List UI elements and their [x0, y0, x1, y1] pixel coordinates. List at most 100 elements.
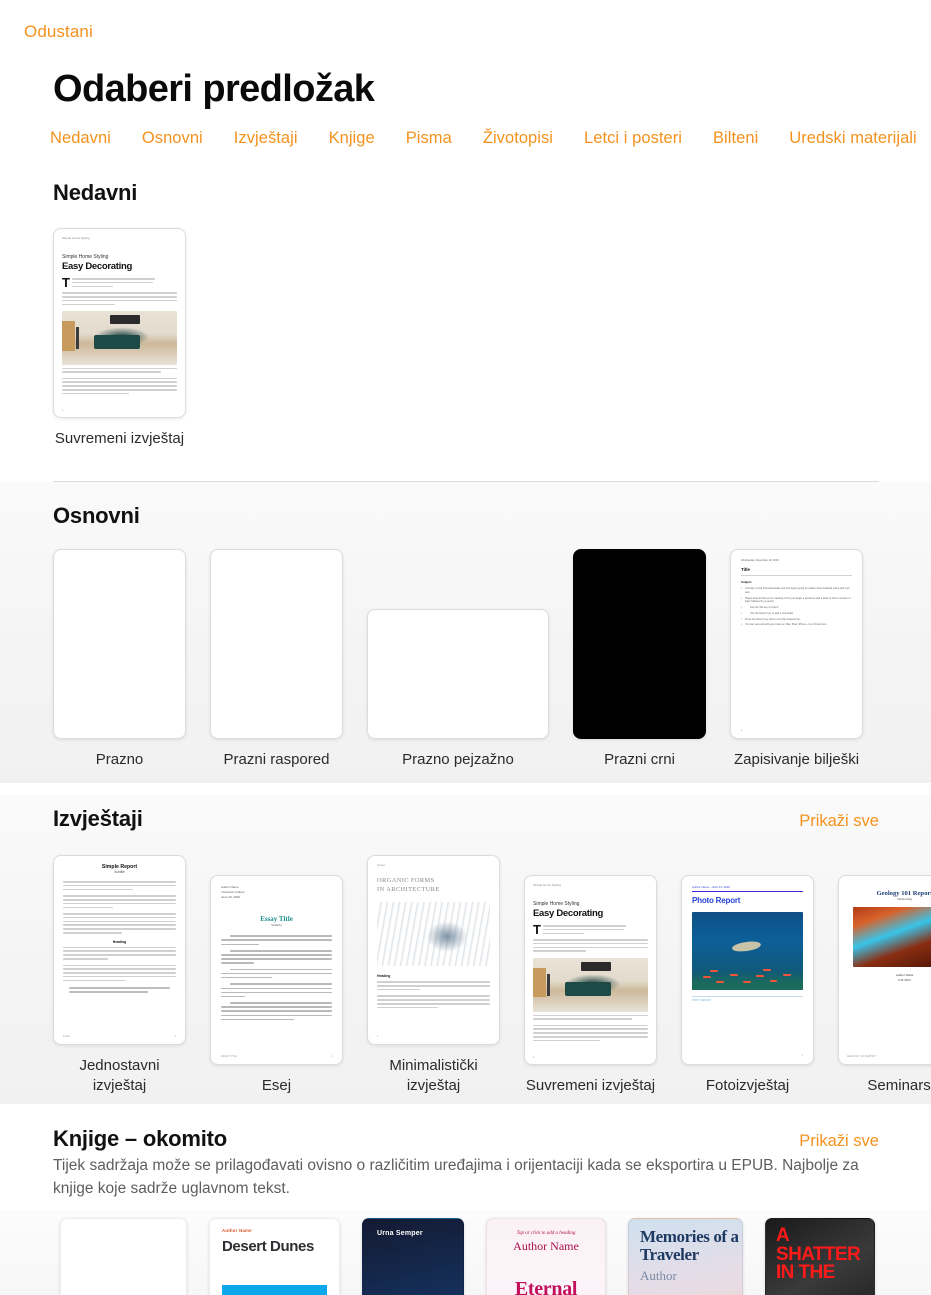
section-head-knjige: Knjige – okomito Prikaži sve: [53, 1126, 879, 1152]
cancel-button[interactable]: Odustani: [24, 22, 93, 42]
template-thumbnail[interactable]: [210, 549, 343, 740]
template-thumbnail[interactable]: Geology 101 Report Subheading Author Nam…: [838, 874, 931, 1065]
template-card-esej[interactable]: Author Name Instructor's Name June 20, 2…: [210, 874, 343, 1096]
doc-page-number: 1: [377, 1035, 379, 1038]
template-caption: Prazni crni: [604, 751, 675, 769]
template-card-fotoizvjestaj[interactable]: Author Name – April 14, 2022 Photo Repor…: [681, 874, 814, 1096]
template-caption: Seminarski: [867, 1076, 931, 1094]
doc-eyebrow: Header: [377, 864, 386, 867]
template-card-suvremeni-izvjestaj[interactable]: Simple Home Styling Simple Home Styling …: [53, 228, 186, 449]
template-card-prazno-pejzazno[interactable]: Prazno pejzažno: [367, 609, 549, 770]
template-thumbnail[interactable]: Author Name Instructor's Name June 20, 2…: [210, 874, 343, 1065]
book-author: Author: [640, 1267, 677, 1283]
doc-superhead: Simple Home Styling: [533, 900, 580, 907]
tab-nedavni[interactable]: Nedavni: [50, 129, 127, 148]
doc-footer: PHOTO REPORT: [692, 996, 803, 1002]
doc-photo: [377, 902, 490, 967]
doc-minimalist-report: Header ORGANIC FORMS IN ARCHITECTURE Hea…: [368, 856, 499, 1044]
tab-osnovni[interactable]: Osnovni: [142, 129, 219, 148]
book-cover-image: [222, 1285, 327, 1295]
book-card-eternal[interactable]: Tap or click to add a heading Author Nam…: [486, 1218, 606, 1295]
template-thumbnail[interactable]: Header ORGANIC FORMS IN ARCHITECTURE Hea…: [367, 855, 500, 1045]
doc-note-taking: Wednesday, December 19, 2018 Title Subje…: [731, 550, 862, 738]
doc-title-line-2: IN ARCHITECTURE: [377, 885, 440, 893]
template-thumbnail[interactable]: Wednesday, December 19, 2018 Title Subje…: [730, 549, 863, 740]
doc-title: Essay Title: [260, 915, 293, 924]
template-caption: Esej: [261, 1076, 292, 1094]
template-thumbnail[interactable]: [573, 549, 706, 740]
tab-pisma[interactable]: Pisma: [406, 129, 468, 148]
doc-subtitle: Subtitle: [271, 923, 282, 928]
doc-page-number: 1: [741, 729, 743, 733]
section-title-izvjestaji: Izvještaji: [53, 806, 143, 831]
show-all-izvjestaji[interactable]: Prikaži sve: [799, 812, 879, 831]
doc-easy-decorating: Simple Home Styling Simple Home Styling …: [54, 229, 185, 417]
template-card-prazno[interactable]: Prazno: [53, 549, 186, 770]
book-title: Desert Dunes: [222, 1238, 314, 1255]
show-all-knjige[interactable]: Prikaži sve: [799, 1132, 879, 1151]
doc-subtitle: Subtitle: [114, 870, 125, 874]
doc-page-number: 1: [801, 1053, 803, 1057]
book-author: Author Name: [222, 1228, 252, 1233]
doc-geology-report: Geology 101 Report Subheading Author Nam…: [839, 876, 931, 1064]
template-thumbnail[interactable]: [367, 609, 549, 740]
template-card-minimalisticki-izvjestaj[interactable]: Header ORGANIC FORMS IN ARCHITECTURE Hea…: [367, 855, 500, 1096]
doc-title: Easy Decorating: [533, 907, 603, 919]
tab-uredski-materijali[interactable]: Uredski materijali: [789, 129, 931, 148]
book-card-urna-semper[interactable]: Urna Semper: [362, 1218, 464, 1295]
template-card-prazni-raspored[interactable]: Prazni raspored: [210, 549, 343, 770]
doc-page-number: 1: [533, 1055, 535, 1059]
book-card-desert-dunes[interactable]: Author Name Desert Dunes: [209, 1218, 340, 1295]
template-chooser-page: Odustani Odaberi predložak Nedavni Osnov…: [0, 0, 931, 1295]
doc-pull-quote: [69, 987, 170, 993]
doc-paragraph-3: [62, 377, 177, 395]
book-author: Author Name: [513, 1239, 579, 1253]
doc-paragraph-1: T: [62, 276, 177, 289]
section-head-osnovni: Osnovni: [53, 503, 879, 529]
doc-caption: [62, 368, 177, 373]
doc-dropcap: T: [533, 921, 541, 937]
doc-eyebrow: Simple Home Styling: [62, 236, 90, 240]
doc-photo: [692, 912, 803, 991]
template-card-prazni-crni[interactable]: Prazni crni: [573, 549, 706, 770]
row-osnovni: Prazno Prazni raspored Prazno pejzažno P…: [53, 549, 863, 770]
book-card-a-shatter-in-the[interactable]: A SHATTER IN THE: [765, 1218, 875, 1295]
doc-page-number: 1: [62, 409, 64, 412]
book-title: Memories of a Traveler: [640, 1227, 739, 1264]
doc-bullet: Use the Return key to add a new bullet.: [741, 612, 852, 616]
template-caption: Zapisivanje bilješki: [733, 751, 860, 769]
book-kicker: Tap or click to add a heading: [516, 1231, 576, 1236]
doc-bullet: Just tap or click this placeholder text …: [741, 587, 852, 595]
tab-izvjestaji[interactable]: Izvještaji: [234, 129, 314, 148]
tab-bilteni[interactable]: Bilteni: [713, 129, 774, 148]
template-thumbnail[interactable]: Simple Home Styling Simple Home Styling …: [524, 874, 657, 1065]
book-title: Urna Semper: [377, 1230, 423, 1237]
book-card-memories-of-a-traveler[interactable]: Memories of a Traveler Author: [628, 1218, 743, 1295]
doc-simple-report: Simple Report Subtitle Heading Footer 1: [54, 856, 185, 1044]
template-thumbnail[interactable]: Simple Report Subtitle Heading Footer 1: [53, 855, 186, 1045]
doc-page-number: 1: [174, 1035, 176, 1038]
doc-subtitle: Subheading: [896, 896, 913, 901]
template-card-seminarski[interactable]: Geology 101 Report Subheading Author Nam…: [838, 874, 931, 1096]
template-card-zapisivanje-biljeski[interactable]: Wednesday, December 19, 2018 Title Subje…: [730, 549, 863, 770]
row-nedavni: Simple Home Styling Simple Home Styling …: [53, 228, 186, 449]
doc-meta: Author Name – April 14, 2022: [692, 884, 730, 889]
template-card-jednostavni-izvjestaj[interactable]: Simple Report Subtitle Heading Footer 1: [53, 855, 186, 1096]
section-title-nedavni: Nedavni: [53, 180, 138, 205]
template-card-suvremeni-izvjestaj-2[interactable]: Simple Home Styling Simple Home Styling …: [524, 874, 657, 1096]
section-description-knjige: Tijek sadržaja može se prilagođavati ovi…: [53, 1157, 859, 1197]
tab-letci-i-posteri[interactable]: Letci i posteri: [584, 129, 698, 148]
doc-paragraph-1: T: [533, 921, 648, 937]
template-caption: Fotoizvještaj: [705, 1076, 790, 1094]
template-thumbnail[interactable]: [53, 549, 186, 740]
doc-meta: Author Name Instructor's Name June 20, 2…: [221, 885, 332, 899]
category-tabbar[interactable]: Nedavni Osnovni Izvještaji Knjige Pisma …: [50, 129, 931, 148]
doc-subject: Subject: [741, 580, 752, 585]
tab-knjige[interactable]: Knjige: [329, 129, 391, 148]
tab-zivotopisi[interactable]: Životopisi: [483, 129, 569, 148]
book-card-blank[interactable]: [60, 1218, 187, 1295]
doc-date: June 20, 2020: [221, 894, 241, 899]
template-thumbnail[interactable]: Simple Home Styling Simple Home Styling …: [53, 228, 186, 418]
template-thumbnail[interactable]: Author Name – April 14, 2022 Photo Repor…: [681, 874, 814, 1065]
doc-footer: GEOLOGY 101 REPORT: [847, 1054, 876, 1058]
